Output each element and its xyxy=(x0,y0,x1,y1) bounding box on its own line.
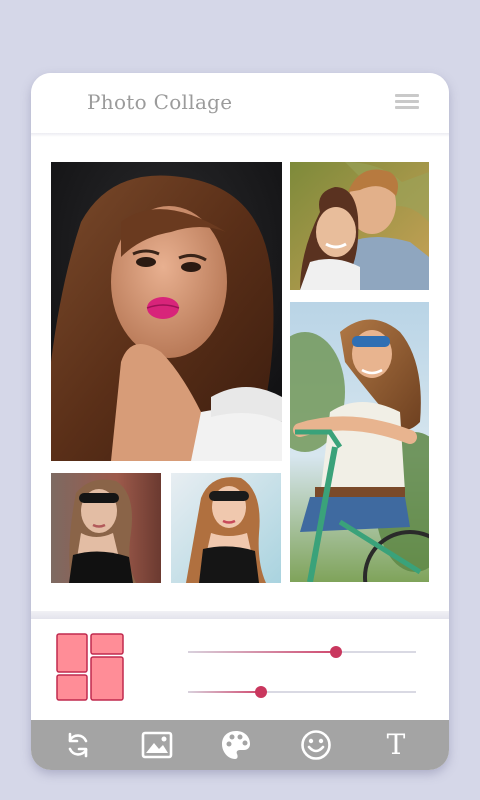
collage-editor-card: Photo Collage T xyxy=(31,73,449,770)
app-header: Photo Collage xyxy=(31,73,449,133)
slider-fill xyxy=(188,691,261,693)
section-divider xyxy=(31,611,449,619)
border-width-slider[interactable] xyxy=(188,644,416,660)
collage-layout-icon[interactable] xyxy=(56,633,124,701)
photo-sunglasses-light-image xyxy=(171,473,281,583)
layout-controls xyxy=(31,619,449,720)
slider-thumb[interactable] xyxy=(254,686,267,698)
photo-sunglasses-dark-image xyxy=(51,473,161,583)
emoji-icon xyxy=(301,730,331,760)
hamburger-menu-icon[interactable] xyxy=(395,94,421,112)
emoji-button[interactable] xyxy=(286,720,346,770)
image-icon xyxy=(141,731,173,759)
collage-photo-sunglasses-dark[interactable] xyxy=(51,473,161,583)
palette-icon xyxy=(222,731,250,759)
slider-thumb[interactable] xyxy=(330,646,343,658)
collage-photo-bicycle[interactable] xyxy=(290,302,429,582)
refresh-icon xyxy=(68,732,88,758)
corner-radius-slider[interactable] xyxy=(188,684,416,700)
bottom-toolbar: T xyxy=(31,720,449,770)
collage-photo-portrait[interactable] xyxy=(51,162,282,461)
collage-photo-sunglasses-light[interactable] xyxy=(171,473,281,583)
image-button[interactable] xyxy=(127,720,187,770)
collage-canvas xyxy=(31,137,449,612)
text-button[interactable]: T xyxy=(366,720,426,770)
photo-bicycle-image xyxy=(290,302,429,582)
photo-portrait-image xyxy=(51,162,282,461)
photo-couple-image xyxy=(290,162,429,290)
slider-fill xyxy=(188,651,337,653)
refresh-button[interactable] xyxy=(48,720,108,770)
collage-photo-couple[interactable] xyxy=(290,162,429,290)
app-title: Photo Collage xyxy=(87,90,233,114)
palette-button[interactable] xyxy=(206,720,266,770)
text-tool-label: T xyxy=(386,728,406,761)
